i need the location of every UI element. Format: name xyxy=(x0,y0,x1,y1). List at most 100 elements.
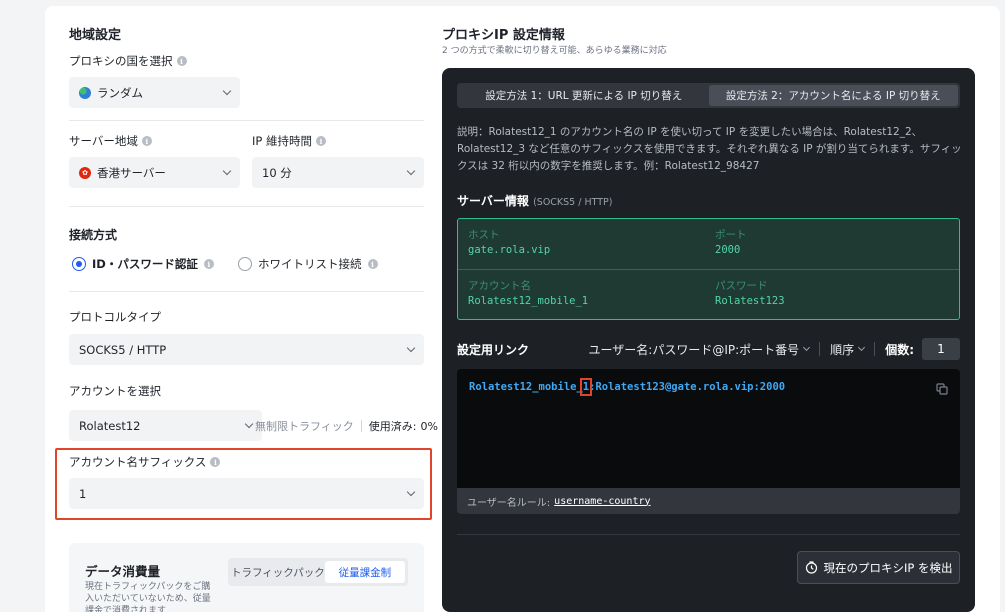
host-value[interactable]: gate.rola.vip xyxy=(468,244,550,256)
radio-unchecked-icon xyxy=(238,257,252,271)
hong-kong-flag-icon: ✿ xyxy=(79,166,91,179)
protocol-value: SOCKS5 / HTTP xyxy=(79,342,167,357)
toggle-traffic-pack[interactable]: トラフィックパック xyxy=(231,561,325,583)
data-consumption-title: データ消費量 xyxy=(85,564,161,579)
chevron-down-icon xyxy=(244,419,254,429)
suffix-select[interactable]: 1 xyxy=(69,478,424,509)
method-description: 説明：Rolatest12_1 のアカウント名の IP を使い切って IP を変… xyxy=(457,126,962,172)
toggle-pay-as-you-go[interactable]: 従量課金制 xyxy=(324,561,405,583)
count-label: 個数: xyxy=(885,342,914,357)
protocol-label: プロトコルタイプ xyxy=(69,310,161,324)
chevron-down-icon xyxy=(222,166,232,176)
account-name-cell: アカウント名 Rolatest12_mobile_1 xyxy=(468,278,588,307)
server-region-label: サーバー地域 i xyxy=(69,133,152,149)
country-label-text: プロキシの国を選択 xyxy=(69,54,173,68)
separator xyxy=(360,420,362,432)
link-settings-title: 設定用リンク xyxy=(457,342,530,357)
account-name-label: アカウント名 xyxy=(468,280,531,292)
country-select-value: ランダム xyxy=(97,85,143,100)
detect-proxy-ip-button[interactable]: 現在のプロキシIP を検出 xyxy=(797,551,960,584)
password-value[interactable]: Rolatest123 xyxy=(715,295,785,307)
rule-country: country xyxy=(608,495,651,507)
port-value[interactable]: 2000 xyxy=(715,244,747,256)
server-region-value: 香港サーバー xyxy=(97,165,166,180)
ip-duration-label: IP 維持時間 i xyxy=(252,133,326,149)
port-cell: ポート 2000 xyxy=(715,227,747,256)
password-label: パスワード xyxy=(715,280,768,292)
divider xyxy=(69,291,424,292)
ip-duration-value: 10 分 xyxy=(262,165,292,180)
username-rule-format: username-country xyxy=(554,496,650,507)
divider xyxy=(69,206,424,207)
account-name-value[interactable]: Rolatest12_mobile_1 xyxy=(468,295,588,307)
detect-proxy-ip-label: 現在のプロキシIP を検出 xyxy=(823,560,953,575)
host-cell: ホスト gate.rola.vip xyxy=(468,227,550,256)
timer-icon xyxy=(805,561,817,574)
server-info-title-text: サーバー情報 xyxy=(457,194,529,208)
server-region-label-text: サーバー地域 xyxy=(69,134,138,148)
order-select-value: 順序 xyxy=(830,342,855,357)
info-icon[interactable]: i xyxy=(367,259,378,269)
account-select[interactable]: Rolatest12 xyxy=(69,410,262,441)
suffix-value: 1 xyxy=(79,486,87,501)
separator xyxy=(874,342,876,356)
connection-method-title: 接続方式 xyxy=(69,228,118,242)
chevron-down-icon xyxy=(858,343,866,352)
suffix-label-text: アカウント名サフィックス xyxy=(69,455,207,469)
account-value: Rolatest12 xyxy=(79,418,141,433)
proxy-settings-subtitle: 2 つの方式で柔軟に切り替え可能、あらゆる業務に対応 xyxy=(442,46,667,56)
account-used-label: 使用済み: xyxy=(368,420,417,433)
proxy-link-box: Rolatest12_mobile_1:Rolatest123@gate.rol… xyxy=(457,369,960,514)
proxy-link-rest: :Rolatest123@gate.rola.vip:2000 xyxy=(589,381,786,393)
country-label: プロキシの国を選択 i xyxy=(69,53,187,69)
divider xyxy=(457,534,960,535)
chevron-down-icon xyxy=(406,343,416,353)
tab-account-name[interactable]: 設定方法 2：アカウント名による IP 切り替え xyxy=(708,85,958,106)
link-settings-row: 設定用リンク ユーザー名:パスワード@IP:ポート番号 順序 個数: 1 xyxy=(457,338,960,360)
radio-id-password-label: ID・パスワード認証 xyxy=(92,257,198,271)
server-info-subtitle: (SOCKS5 / HTTP) xyxy=(533,197,613,208)
proxy-link[interactable]: Rolatest12_mobile_1:Rolatest123@gate.rol… xyxy=(469,378,786,396)
account-label: アカウントを選択 xyxy=(69,384,161,398)
info-icon[interactable]: i xyxy=(210,457,221,467)
ip-duration-select[interactable]: 10 分 xyxy=(252,157,424,188)
port-label: ポート xyxy=(715,229,747,241)
settings-panel: 設定方法 1：URL 更新による IP 切り替え 設定方法 2：アカウント名によ… xyxy=(442,68,975,612)
proxy-settings-title: プロキシIP 設定情報 xyxy=(442,28,565,43)
format-select[interactable]: ユーザー名:パスワード@IP:ポート番号 xyxy=(588,341,811,358)
rule-username: username xyxy=(554,495,603,507)
radio-whitelist-label: ホワイトリスト接続 xyxy=(258,257,362,271)
data-consumption-card: データ消費量 現在トラフィックパックをご購入いただいていないため、従量課金で消費… xyxy=(69,543,424,612)
divider xyxy=(69,120,424,121)
info-icon[interactable]: i xyxy=(141,136,152,146)
radio-id-password[interactable]: ID・パスワード認証 i xyxy=(72,256,214,272)
order-select[interactable]: 順序 xyxy=(830,341,866,358)
server-info-title: サーバー情報 (SOCKS5 / HTTP) xyxy=(457,192,613,209)
username-rule: ユーザー名ルール: username-country xyxy=(457,488,960,514)
copy-icon[interactable] xyxy=(936,383,948,395)
chevron-down-icon xyxy=(222,86,232,96)
tab-url-update[interactable]: 設定方法 1：URL 更新による IP 切り替え xyxy=(459,85,709,106)
info-icon[interactable]: i xyxy=(176,56,187,66)
info-icon[interactable]: i xyxy=(203,259,214,269)
separator xyxy=(819,342,821,356)
method-tabs: 設定方法 1：URL 更新による IP 切り替え 設定方法 2：アカウント名によ… xyxy=(457,83,960,108)
data-consumption-desc: 現在トラフィックパックをご購入いただいていないため、従量課金で消費されます xyxy=(85,582,211,612)
radio-whitelist[interactable]: ホワイトリスト接続 i xyxy=(238,256,378,272)
server-region-select[interactable]: ✿ 香港サーバー xyxy=(69,157,240,188)
account-traffic-text: 無制限トラフィック xyxy=(255,420,354,433)
region-settings-title: 地域設定 xyxy=(69,28,122,43)
ip-duration-label-text: IP 維持時間 xyxy=(252,134,312,148)
protocol-select[interactable]: SOCKS5 / HTTP xyxy=(69,334,424,365)
radio-checked-icon xyxy=(72,257,86,271)
country-select[interactable]: ランダム xyxy=(69,77,240,108)
billing-toggle: トラフィックパック 従量課金制 xyxy=(228,558,408,586)
account-used-value: 0% xyxy=(420,419,438,433)
count-input[interactable]: 1 xyxy=(922,338,960,360)
globe-icon xyxy=(79,86,91,99)
chevron-down-icon xyxy=(803,343,811,352)
divider xyxy=(458,269,959,270)
chevron-down-icon xyxy=(406,487,416,497)
info-icon[interactable]: i xyxy=(315,136,326,146)
format-select-value: ユーザー名:パスワード@IP:ポート番号 xyxy=(588,342,800,357)
